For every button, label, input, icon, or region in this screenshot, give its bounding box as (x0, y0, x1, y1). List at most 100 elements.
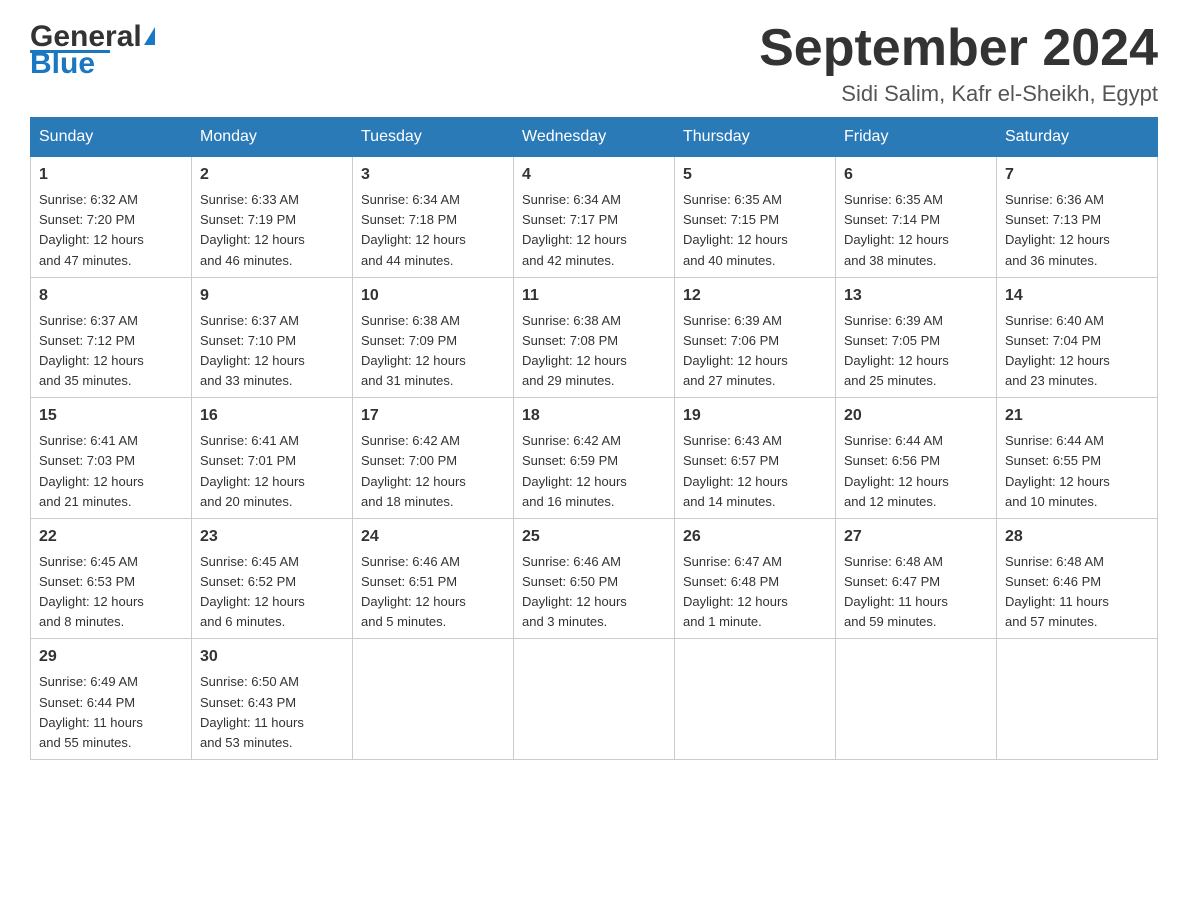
calendar-cell (514, 639, 675, 760)
logo-blue-text: Blue (30, 47, 95, 81)
day-number: 6 (844, 163, 988, 187)
calendar-cell: 9 Sunrise: 6:37 AMSunset: 7:10 PMDaylight… (192, 277, 353, 398)
day-detail: Sunrise: 6:40 AMSunset: 7:04 PMDaylight:… (1005, 313, 1110, 388)
calendar-cell: 11 Sunrise: 6:38 AMSunset: 7:08 PMDayligh… (514, 277, 675, 398)
day-detail: Sunrise: 6:37 AMSunset: 7:10 PMDaylight:… (200, 313, 305, 388)
weekday-header-tuesday: Tuesday (353, 118, 514, 157)
calendar-cell: 20Sunrise: 6:44 AMSunset: 6:56 PMDayligh… (836, 398, 997, 519)
day-detail: Sunrise: 6:42 AMSunset: 6:59 PMDaylight:… (522, 433, 627, 508)
calendar-cell: 21 Sunrise: 6:44 AMSunset: 6:55 PMDayligh… (997, 398, 1158, 519)
title-block: September 2024 Sidi Salim, Kafr el-Sheik… (759, 20, 1158, 107)
day-detail: Sunrise: 6:38 AMSunset: 7:08 PMDaylight:… (522, 313, 627, 388)
day-detail: Sunrise: 6:34 AMSunset: 7:17 PMDaylight:… (522, 192, 627, 267)
calendar-cell: 28Sunrise: 6:48 AMSunset: 6:46 PMDayligh… (997, 518, 1158, 639)
day-number: 21 (1005, 404, 1149, 428)
day-number: 17 (361, 404, 505, 428)
calendar-week-1: 1Sunrise: 6:32 AMSunset: 7:20 PMDaylight… (31, 157, 1158, 278)
weekday-header-wednesday: Wednesday (514, 118, 675, 157)
day-number: 10 (361, 284, 505, 308)
calendar-cell: 26Sunrise: 6:47 AMSunset: 6:48 PMDayligh… (675, 518, 836, 639)
weekday-header-row: SundayMondayTuesdayWednesdayThursdayFrid… (31, 118, 1158, 157)
day-number: 24 (361, 525, 505, 549)
calendar-cell: 18 Sunrise: 6:42 AMSunset: 6:59 PMDayligh… (514, 398, 675, 519)
location-title: Sidi Salim, Kafr el-Sheikh, Egypt (759, 81, 1158, 107)
day-number: 13 (844, 284, 988, 308)
calendar-cell: 12 Sunrise: 6:39 AMSunset: 7:06 PMDayligh… (675, 277, 836, 398)
day-number: 26 (683, 525, 827, 549)
calendar-cell: 29Sunrise: 6:49 AMSunset: 6:44 PMDayligh… (31, 639, 192, 760)
calendar-cell (675, 639, 836, 760)
day-number: 30 (200, 645, 344, 669)
calendar-week-4: 22 Sunrise: 6:45 AMSunset: 6:53 PMDayligh… (31, 518, 1158, 639)
calendar-cell: 14 Sunrise: 6:40 AMSunset: 7:04 PMDayligh… (997, 277, 1158, 398)
day-number: 7 (1005, 163, 1149, 187)
calendar-cell: 10 Sunrise: 6:38 AMSunset: 7:09 PMDayligh… (353, 277, 514, 398)
day-detail: Sunrise: 6:46 AMSunset: 6:51 PMDaylight:… (361, 554, 466, 629)
calendar-cell: 30Sunrise: 6:50 AMSunset: 6:43 PMDayligh… (192, 639, 353, 760)
calendar-week-3: 15 Sunrise: 6:41 AMSunset: 7:03 PMDayligh… (31, 398, 1158, 519)
day-detail: Sunrise: 6:39 AMSunset: 7:06 PMDaylight:… (683, 313, 788, 388)
calendar-cell: 3 Sunrise: 6:34 AMSunset: 7:18 PMDaylight… (353, 157, 514, 278)
day-detail: Sunrise: 6:45 AMSunset: 6:53 PMDaylight:… (39, 554, 144, 629)
day-number: 5 (683, 163, 827, 187)
calendar-cell: 4 Sunrise: 6:34 AMSunset: 7:17 PMDaylight… (514, 157, 675, 278)
day-number: 16 (200, 404, 344, 428)
logo: General Blue (30, 20, 155, 81)
day-detail: Sunrise: 6:36 AMSunset: 7:13 PMDaylight:… (1005, 192, 1110, 267)
day-number: 2 (200, 163, 344, 187)
day-detail: Sunrise: 6:49 AMSunset: 6:44 PMDaylight:… (39, 674, 143, 749)
calendar-cell: 6Sunrise: 6:35 AMSunset: 7:14 PMDaylight… (836, 157, 997, 278)
page-header: General Blue September 2024 Sidi Salim, … (30, 20, 1158, 107)
calendar-cell: 7 Sunrise: 6:36 AMSunset: 7:13 PMDaylight… (997, 157, 1158, 278)
calendar-week-5: 29Sunrise: 6:49 AMSunset: 6:44 PMDayligh… (31, 639, 1158, 760)
calendar-cell: 8 Sunrise: 6:37 AMSunset: 7:12 PMDaylight… (31, 277, 192, 398)
day-number: 18 (522, 404, 666, 428)
day-detail: Sunrise: 6:44 AMSunset: 6:56 PMDaylight:… (844, 433, 949, 508)
day-detail: Sunrise: 6:34 AMSunset: 7:18 PMDaylight:… (361, 192, 466, 267)
day-detail: Sunrise: 6:37 AMSunset: 7:12 PMDaylight:… (39, 313, 144, 388)
day-detail: Sunrise: 6:44 AMSunset: 6:55 PMDaylight:… (1005, 433, 1110, 508)
calendar-cell: 16 Sunrise: 6:41 AMSunset: 7:01 PMDayligh… (192, 398, 353, 519)
day-number: 27 (844, 525, 988, 549)
day-number: 3 (361, 163, 505, 187)
day-number: 9 (200, 284, 344, 308)
day-detail: Sunrise: 6:41 AMSunset: 7:01 PMDaylight:… (200, 433, 305, 508)
weekday-header-saturday: Saturday (997, 118, 1158, 157)
calendar-cell (997, 639, 1158, 760)
calendar-cell: 22 Sunrise: 6:45 AMSunset: 6:53 PMDayligh… (31, 518, 192, 639)
weekday-header-sunday: Sunday (31, 118, 192, 157)
day-number: 15 (39, 404, 183, 428)
day-detail: Sunrise: 6:38 AMSunset: 7:09 PMDaylight:… (361, 313, 466, 388)
calendar-cell (353, 639, 514, 760)
day-detail: Sunrise: 6:45 AMSunset: 6:52 PMDaylight:… (200, 554, 305, 629)
logo-triangle-icon (144, 27, 155, 45)
day-detail: Sunrise: 6:41 AMSunset: 7:03 PMDaylight:… (39, 433, 144, 508)
day-detail: Sunrise: 6:35 AMSunset: 7:15 PMDaylight:… (683, 192, 788, 267)
calendar-cell (836, 639, 997, 760)
day-detail: Sunrise: 6:46 AMSunset: 6:50 PMDaylight:… (522, 554, 627, 629)
day-number: 14 (1005, 284, 1149, 308)
day-detail: Sunrise: 6:43 AMSunset: 6:57 PMDaylight:… (683, 433, 788, 508)
day-number: 8 (39, 284, 183, 308)
calendar-cell: 13Sunrise: 6:39 AMSunset: 7:05 PMDayligh… (836, 277, 997, 398)
day-number: 22 (39, 525, 183, 549)
calendar-cell: 2 Sunrise: 6:33 AMSunset: 7:19 PMDaylight… (192, 157, 353, 278)
day-detail: Sunrise: 6:48 AMSunset: 6:46 PMDaylight:… (1005, 554, 1109, 629)
day-detail: Sunrise: 6:33 AMSunset: 7:19 PMDaylight:… (200, 192, 305, 267)
day-number: 23 (200, 525, 344, 549)
day-number: 25 (522, 525, 666, 549)
day-number: 12 (683, 284, 827, 308)
day-number: 1 (39, 163, 183, 187)
day-detail: Sunrise: 6:48 AMSunset: 6:47 PMDaylight:… (844, 554, 948, 629)
day-detail: Sunrise: 6:42 AMSunset: 7:00 PMDaylight:… (361, 433, 466, 508)
calendar-table: SundayMondayTuesdayWednesdayThursdayFrid… (30, 117, 1158, 760)
day-number: 4 (522, 163, 666, 187)
calendar-cell: 5 Sunrise: 6:35 AMSunset: 7:15 PMDaylight… (675, 157, 836, 278)
calendar-cell: 19Sunrise: 6:43 AMSunset: 6:57 PMDayligh… (675, 398, 836, 519)
calendar-cell: 25 Sunrise: 6:46 AMSunset: 6:50 PMDayligh… (514, 518, 675, 639)
calendar-cell: 27 Sunrise: 6:48 AMSunset: 6:47 PMDayligh… (836, 518, 997, 639)
day-number: 11 (522, 284, 666, 308)
calendar-cell: 24 Sunrise: 6:46 AMSunset: 6:51 PMDayligh… (353, 518, 514, 639)
calendar-cell: 1Sunrise: 6:32 AMSunset: 7:20 PMDaylight… (31, 157, 192, 278)
weekday-header-thursday: Thursday (675, 118, 836, 157)
